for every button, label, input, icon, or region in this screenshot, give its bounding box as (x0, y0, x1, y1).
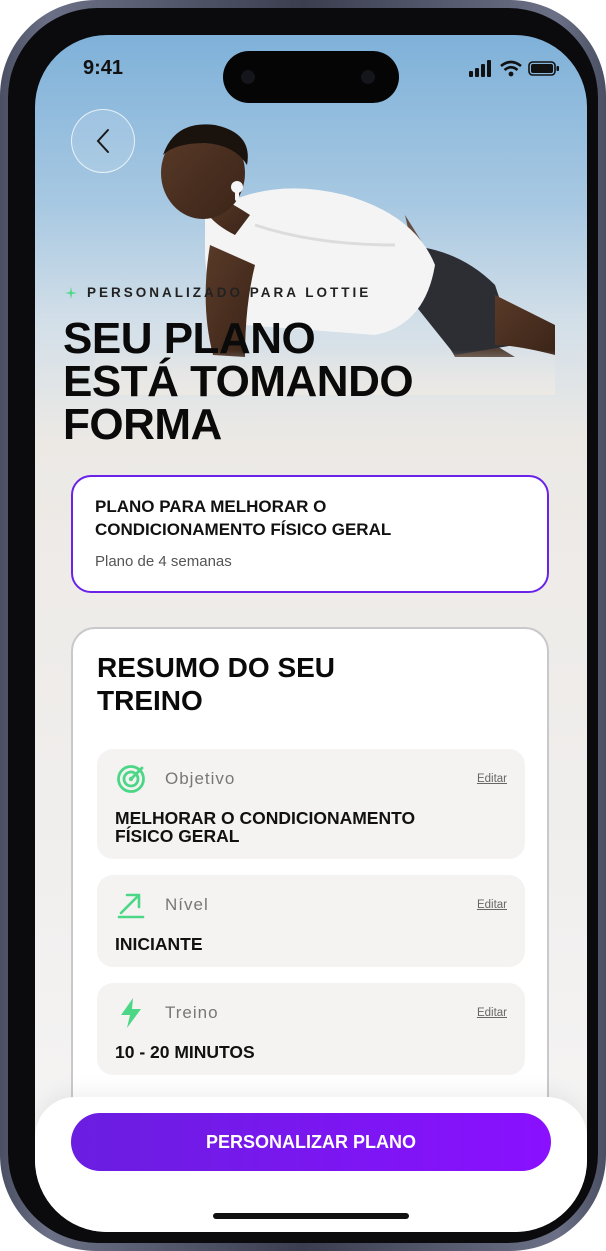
bottom-action-bar: PERSONALIZAR PLANO (35, 1097, 587, 1232)
home-indicator[interactable] (213, 1213, 409, 1219)
goal-value-line-1: MELHORAR O CONDICIONAMENTO (115, 808, 416, 828)
phone-bezel: 9:41 PERSONALIZADO PARA LOTTIE SEU PLANO… (8, 8, 598, 1243)
sparkle-icon (65, 286, 77, 299)
level-value: INICIANTE (115, 934, 203, 954)
summary-item-level: Nível Editar INICIANTE (97, 875, 525, 967)
personalize-plan-button[interactable]: PERSONALIZAR PLANO (71, 1113, 551, 1171)
workout-summary-card: RESUMO DO SEU TREINO Objetivo Editar MEL… (71, 627, 549, 1127)
workout-label: Treino (165, 1003, 219, 1022)
phone-frame: 9:41 PERSONALIZADO PARA LOTTIE SEU PLANO… (0, 0, 606, 1251)
page-title: SEU PLANO ESTÁ TOMANDO FORMA (63, 314, 563, 449)
battery-icon (528, 61, 559, 76)
summary-title: RESUMO DO SEU TREINO (97, 651, 457, 717)
summary-title-line-2: TREINO (97, 685, 203, 716)
summary-title-line-1: RESUMO DO SEU (97, 652, 336, 683)
plan-title-line-1: PLANO PARA MELHORAR O (95, 497, 327, 516)
trend-arrow-icon (115, 889, 147, 921)
title-line-1: SEU PLANO (63, 314, 316, 363)
title-line-3: FORMA (63, 400, 222, 449)
edit-level-link[interactable]: Editar (477, 899, 507, 911)
goal-value: MELHORAR O CONDICIONAMENTO FÍSICO GERAL (115, 809, 507, 845)
chevron-left-icon (96, 129, 109, 153)
lightning-icon (115, 997, 147, 1029)
sensor-dot (241, 70, 255, 84)
eyebrow-text: PERSONALIZADO PARA LOTTIE (87, 285, 372, 300)
signal-icon (469, 60, 491, 77)
eyebrow: PERSONALIZADO PARA LOTTIE (65, 285, 371, 300)
summary-item-goal: Objetivo Editar MELHORAR O CONDICIONAMEN… (97, 749, 525, 859)
status-icons (469, 60, 559, 77)
status-time: 9:41 (83, 57, 124, 79)
edit-workout-link[interactable]: Editar (477, 1007, 507, 1019)
goal-label: Objetivo (165, 769, 236, 788)
plan-title: PLANO PARA MELHORAR O CONDICIONAMENTO FÍ… (95, 495, 525, 541)
wifi-icon (500, 60, 522, 77)
dynamic-island (223, 51, 399, 103)
workout-value: 10 - 20 MINUTOS (115, 1042, 255, 1062)
edit-goal-link[interactable]: Editar (477, 773, 507, 785)
camera-dot (361, 70, 375, 84)
app-screen: 9:41 PERSONALIZADO PARA LOTTIE SEU PLANO… (35, 35, 587, 1232)
goal-value-line-2: FÍSICO GERAL (115, 826, 240, 846)
plan-duration: Plano de 4 semanas (95, 553, 232, 570)
plan-card[interactable]: PLANO PARA MELHORAR O CONDICIONAMENTO FÍ… (71, 475, 549, 593)
plan-title-line-2: CONDICIONAMENTO FÍSICO GERAL (95, 520, 392, 539)
target-icon (115, 763, 147, 795)
level-label: Nível (165, 895, 209, 914)
back-button[interactable] (71, 109, 135, 173)
summary-item-workout: Treino Editar 10 - 20 MINUTOS (97, 983, 525, 1075)
title-line-2: ESTÁ TOMANDO (63, 357, 414, 406)
